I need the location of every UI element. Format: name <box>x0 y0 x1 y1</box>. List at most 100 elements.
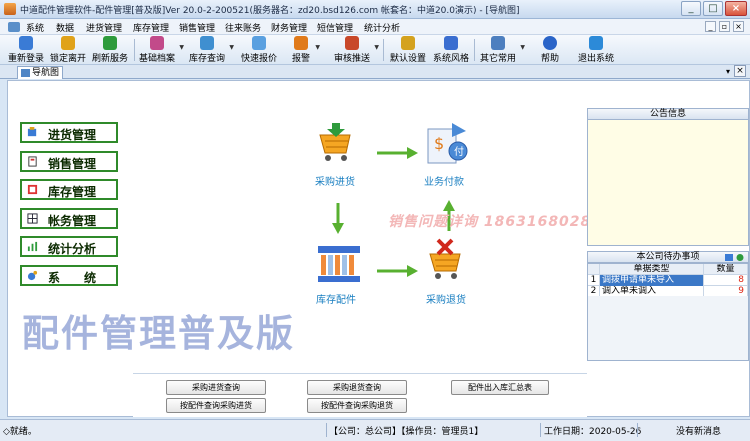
purchase-icon <box>27 127 37 137</box>
flow-purchase-label[interactable]: 采购进货 <box>315 173 355 188</box>
svg-text:付: 付 <box>454 145 464 158</box>
mdi-close-button[interactable]: × <box>733 21 744 32</box>
col-doc-type[interactable]: 单据类型 <box>600 264 704 275</box>
purchase-cart-icon[interactable] <box>316 123 356 165</box>
return-cart-icon[interactable] <box>426 238 466 282</box>
relogin-icon <box>19 36 33 50</box>
nav-sales-button[interactable]: 销售管理 <box>20 151 118 172</box>
menu-purchase[interactable]: 进货管理 <box>86 21 122 34</box>
status-bar: ◇就绪。 【公司：总公司】【操作员：管理员1】 工作日期：2020-05-26 … <box>0 419 750 441</box>
status-workdate: 工作日期：2020-05-26 <box>544 427 642 437</box>
dropdown-arrow-icon[interactable]: ▼ <box>374 44 379 51</box>
todo-grid-header: 单据类型 数量 <box>588 264 748 275</box>
nav-statistics-button[interactable]: 统计分析 <box>20 236 118 257</box>
review-push-button[interactable]: 审核推送 ▼ <box>334 36 379 64</box>
maximize-button[interactable]: □ <box>703 1 723 16</box>
close-button[interactable]: × <box>725 1 747 16</box>
menu-sms[interactable]: 短信管理 <box>317 21 353 34</box>
nav-accounts-button[interactable]: 帐务管理 <box>20 208 118 229</box>
other-common-button[interactable]: 其它常用 ▼ <box>480 36 525 64</box>
dropdown-arrow-icon[interactable]: ▼ <box>315 44 320 51</box>
tab-strip: 导航图 ▾ × <box>0 65 750 79</box>
dropdown-arrow-icon[interactable]: ▼ <box>229 44 234 51</box>
alarm-button[interactable]: 报警 ▼ <box>291 36 320 64</box>
statistics-icon <box>27 241 38 252</box>
edition-title: 配件管理普及版 <box>22 312 295 355</box>
review-icon <box>345 36 359 50</box>
todo-grid: 单据类型 数量 1 调拨申请单未导入 8 2 调入单未调入 9 <box>587 263 749 298</box>
nav-system-button[interactable]: 系 统 <box>20 265 118 286</box>
return-query-button[interactable]: 采购退货查询 <box>307 380 407 395</box>
notice-content[interactable] <box>587 120 749 246</box>
mdi-restore-button[interactable]: ▫ <box>719 21 730 32</box>
menu-bar: 系统 数据 进货管理 库存管理 销售管理 往来账务 财务管理 短信管理 统计分析… <box>0 19 750 35</box>
lock-button[interactable]: 锁定离开 <box>50 36 86 64</box>
tab-navigation-map[interactable]: 导航图 <box>17 66 63 79</box>
menu-finance[interactable]: 财务管理 <box>271 21 307 34</box>
menu-statistics[interactable]: 统计分析 <box>364 21 400 34</box>
sales-icon <box>28 156 37 167</box>
stock-query-button[interactable]: 库存查询 ▼ <box>189 36 234 64</box>
quote-icon <box>252 36 266 50</box>
quick-query-bar: 采购进货查询 采购退货查询 配件出入库汇总表 按配件查询采购进货 按配件查询采购… <box>133 373 587 417</box>
refresh-icon[interactable] <box>724 253 746 262</box>
nav-purchase-button[interactable]: 进货管理 <box>20 122 118 143</box>
menu-sales[interactable]: 销售管理 <box>179 21 215 34</box>
dropdown-arrow-icon[interactable]: ▼ <box>179 44 184 51</box>
refresh-service-button[interactable]: 刷新服务 <box>92 36 128 64</box>
todo-grid-empty-area <box>587 296 749 361</box>
status-ready: ◇就绪。 <box>3 427 37 437</box>
status-message[interactable]: 没有新消息 <box>676 424 721 437</box>
window-title: 中道配件管理软件-配件管理[普及版]Ver 20.0-2-200521(服务器名… <box>20 6 520 16</box>
table-row[interactable]: 1 调拨申请单未导入 8 <box>588 275 748 286</box>
toolbar-separator <box>134 39 135 61</box>
stock-shelf-icon[interactable] <box>316 244 362 286</box>
dropdown-arrow-icon[interactable]: ▼ <box>520 44 525 51</box>
style-icon <box>444 36 458 50</box>
col-count[interactable]: 数量 <box>704 264 748 275</box>
tab-close-button[interactable]: × <box>734 65 746 77</box>
map-icon <box>21 69 30 77</box>
system-style-button[interactable]: 系统风格 <box>433 36 469 64</box>
refresh-icon <box>103 36 117 50</box>
notice-header: 公告信息 <box>587 108 749 120</box>
help-button[interactable]: 帮助 <box>539 36 561 64</box>
lock-icon <box>61 36 75 50</box>
other-icon <box>491 36 505 50</box>
archive-icon <box>150 36 164 50</box>
stock-summary-button[interactable]: 配件出入库汇总表 <box>451 380 549 395</box>
relogin-button[interactable]: 重新登录 <box>8 36 44 64</box>
exit-system-button[interactable]: 退出系统 <box>578 36 614 64</box>
base-archive-button[interactable]: 基础档案 ▼ <box>139 36 184 64</box>
flow-return-label[interactable]: 采购退货 <box>426 291 466 306</box>
payment-icon[interactable]: $ 付 <box>424 123 470 167</box>
toolbar-separator <box>383 39 384 61</box>
arrow-right-icon <box>377 265 418 277</box>
flow-payment-label[interactable]: 业务付款 <box>424 173 464 188</box>
part-return-query-button[interactable]: 按配件查询采购退货 <box>307 398 407 413</box>
part-purchase-query-button[interactable]: 按配件查询采购进货 <box>166 398 266 413</box>
menu-accounts[interactable]: 往来账务 <box>225 21 261 34</box>
toolbar: 重新登录 锁定离开 刷新服务 基础档案 ▼ 库存查询 ▼ 快速报价 报警 ▼ 审… <box>0 35 750 65</box>
menu-data[interactable]: 数据 <box>56 21 74 34</box>
svg-text:$: $ <box>434 134 444 153</box>
flow-stock-label[interactable]: 库存配件 <box>316 291 356 306</box>
menu-inventory[interactable]: 库存管理 <box>133 21 169 34</box>
right-panel: 公告信息 本公司待办事项 单据类型 数量 1 调拨申请单未导入 8 2 调入单未… <box>587 108 749 361</box>
sales-contact-watermark: 销售问题详询 18631680283 <box>388 214 603 230</box>
grid-icon <box>27 213 38 224</box>
purchase-query-button[interactable]: 采购进货查询 <box>166 380 266 395</box>
minimize-button[interactable]: _ <box>681 1 701 16</box>
exit-icon <box>589 36 603 50</box>
tab-list-dropdown[interactable]: ▾ <box>726 67 730 76</box>
quick-quote-button[interactable]: 快速报价 <box>241 36 277 64</box>
title-bar: 中道配件管理软件-配件管理[普及版]Ver 20.0-2-200521(服务器名… <box>0 0 750 19</box>
mdi-minimize-button[interactable]: _ <box>705 21 716 32</box>
menu-logo-icon <box>8 22 20 32</box>
toolbar-separator <box>474 39 475 61</box>
settings-icon <box>401 36 415 50</box>
menu-system[interactable]: 系统 <box>26 21 44 34</box>
default-settings-button[interactable]: 默认设置 <box>390 36 426 64</box>
stock-query-icon <box>200 36 214 50</box>
nav-inventory-button[interactable]: 库存管理 <box>20 179 118 200</box>
